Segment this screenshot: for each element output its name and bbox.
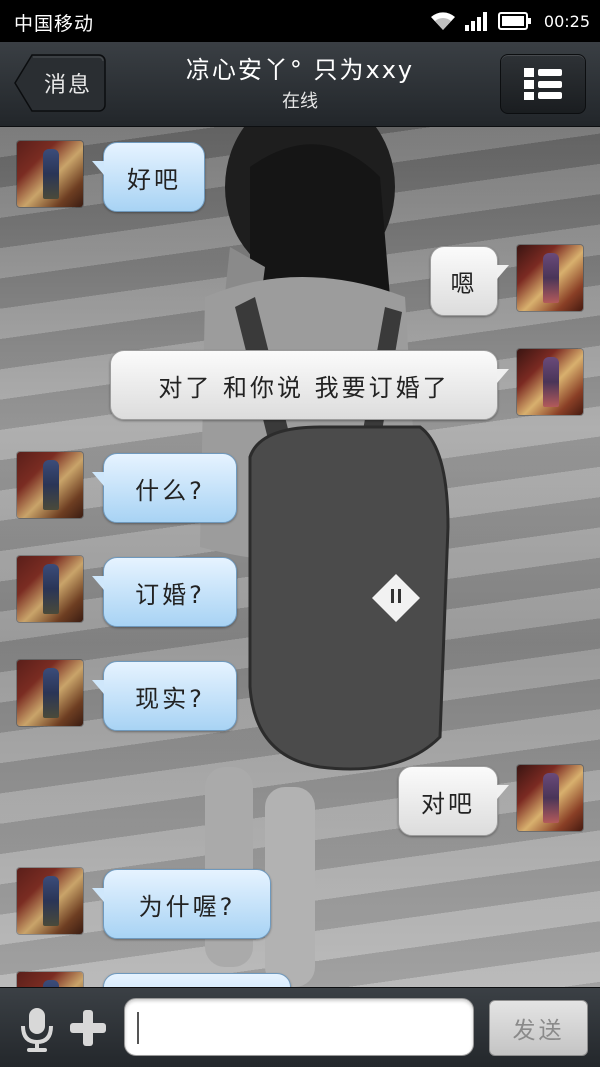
message-bubble-incoming[interactable]: 好吧 bbox=[92, 142, 205, 212]
chat-screen: 中国移动 00:25 消息 凉心安丫° 只为xxy 在线 好吧 嗯 对了 和你说… bbox=[0, 0, 600, 1067]
message-text: 为什喔? bbox=[138, 892, 236, 921]
back-button[interactable]: 消息 bbox=[14, 54, 106, 112]
plus-icon[interactable] bbox=[68, 1008, 108, 1048]
my-avatar[interactable] bbox=[517, 349, 583, 415]
message-text: 对吧 bbox=[421, 789, 475, 818]
contact-avatar[interactable] bbox=[17, 660, 83, 726]
message-bubble-incoming[interactable]: 什么? bbox=[92, 453, 237, 523]
signal-icon bbox=[464, 12, 487, 31]
composer-bar: 发送 bbox=[0, 987, 600, 1067]
text-caret bbox=[137, 1012, 139, 1044]
message-text: 现实? bbox=[135, 684, 205, 713]
my-avatar[interactable] bbox=[517, 245, 583, 311]
contact-avatar[interactable] bbox=[17, 556, 83, 622]
menu-button[interactable] bbox=[500, 54, 586, 114]
message-text: 订婚? bbox=[135, 580, 205, 609]
message-text: 嗯 bbox=[450, 269, 478, 298]
message-bubble-incoming[interactable]: 现实? bbox=[92, 661, 237, 731]
message-bubble-outgoing[interactable]: 对吧 bbox=[398, 766, 509, 836]
message-input[interactable] bbox=[124, 998, 474, 1056]
background-figure bbox=[200, 127, 450, 987]
clock: 00:25 bbox=[543, 11, 590, 31]
my-avatar[interactable] bbox=[517, 765, 583, 831]
message-text: 好吧 bbox=[127, 165, 181, 194]
status-icons: 00:25 bbox=[430, 8, 590, 34]
contact-name: 凉心安丫° 只为xxy bbox=[185, 56, 415, 84]
chat-background: 好吧 嗯 对了 和你说 我要订婚了 什么? 订婚? 现实? 对吧 为什喔? bbox=[0, 127, 600, 987]
back-label: 消息 bbox=[43, 73, 92, 98]
message-bubble-incoming[interactable] bbox=[103, 973, 291, 987]
contact-avatar[interactable] bbox=[17, 868, 83, 934]
message-text: 什么? bbox=[135, 476, 205, 505]
message-text: 对了 和你说 我要订婚了 bbox=[158, 373, 450, 402]
chat-header: 消息 凉心安丫° 只为xxy 在线 bbox=[0, 42, 600, 127]
contact-avatar[interactable] bbox=[17, 972, 83, 987]
message-bubble-incoming[interactable]: 订婚? bbox=[92, 557, 237, 627]
send-button[interactable]: 发送 bbox=[489, 1000, 588, 1056]
message-bubble-outgoing[interactable]: 嗯 bbox=[430, 246, 509, 316]
menu-list-icon bbox=[524, 68, 562, 100]
message-bubble-outgoing[interactable]: 对了 和你说 我要订婚了 bbox=[110, 350, 509, 420]
online-status: 在线 bbox=[282, 91, 318, 112]
title-block: 凉心安丫° 只为xxy 在线 bbox=[120, 50, 480, 113]
battery-icon bbox=[497, 12, 531, 30]
message-bubble-incoming[interactable]: 为什喔? bbox=[92, 869, 271, 939]
wifi-icon bbox=[430, 12, 455, 30]
contact-avatar[interactable] bbox=[17, 141, 83, 207]
carrier-name: 中国移动 bbox=[14, 13, 95, 35]
mic-icon[interactable] bbox=[18, 1006, 56, 1052]
status-bar: 中国移动 00:25 bbox=[0, 0, 600, 42]
contact-avatar[interactable] bbox=[17, 452, 83, 518]
